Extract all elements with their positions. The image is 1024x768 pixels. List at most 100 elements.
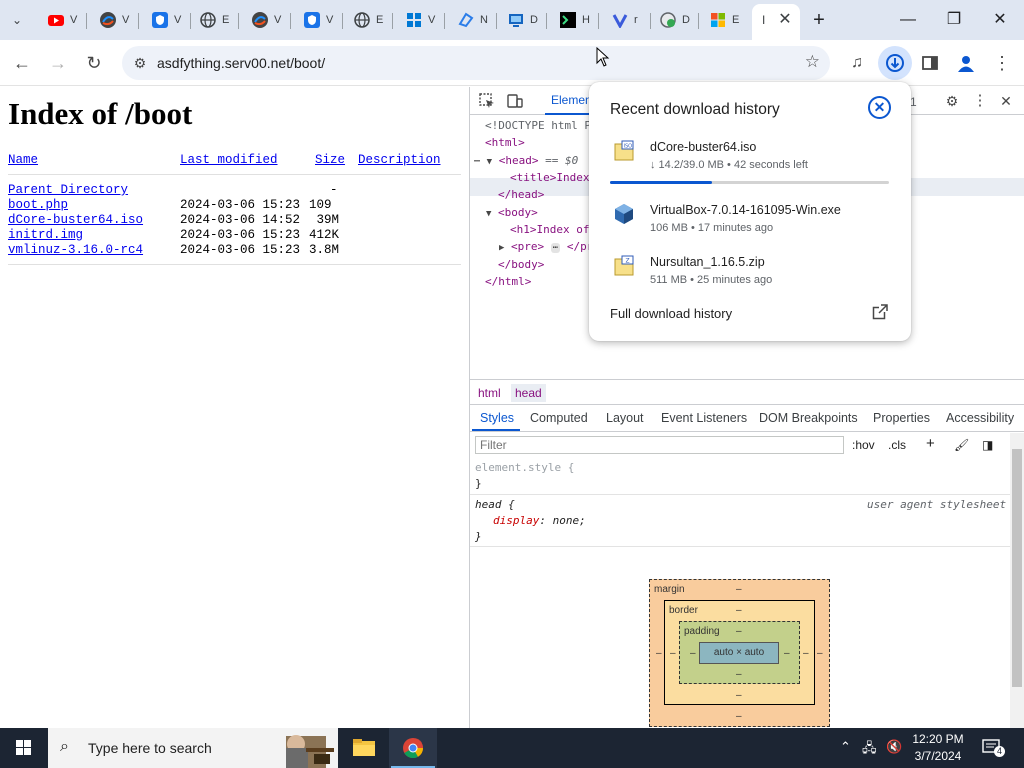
network-icon[interactable]: 🖧 [862, 739, 877, 761]
tab-11[interactable]: H [552, 8, 592, 32]
file-link[interactable]: initrd.img [8, 228, 83, 242]
padding-top-value[interactable]: – [736, 626, 742, 637]
cls-toggle[interactable]: .cls [888, 438, 906, 452]
close-devtools-icon[interactable]: ✕ [997, 92, 1015, 110]
side-panel-icon[interactable] [918, 51, 942, 75]
scrollbar-thumb[interactable] [1012, 449, 1022, 687]
margin-left-value[interactable]: – [656, 648, 662, 659]
column-modified-link[interactable]: Last modified [180, 153, 278, 167]
tab-styles[interactable]: Styles [480, 411, 514, 425]
tab-elements[interactable]: Elemen [545, 93, 600, 115]
expand-triangle-icon[interactable]: ▼ [486, 209, 491, 219]
window-close-button[interactable]: ✕ [982, 6, 1018, 34]
url-text[interactable]: asdfything.serv00.net/boot/ [157, 55, 325, 71]
toggle-sidebar-icon[interactable]: ◨ [982, 438, 993, 452]
tab-active[interactable]: I ✕ [752, 4, 800, 40]
border-bottom-value[interactable]: – [736, 690, 742, 701]
tab-9[interactable]: N [450, 8, 490, 32]
hov-toggle[interactable]: :hov [852, 438, 875, 452]
expand-triangle-icon[interactable]: ▼ [487, 157, 492, 167]
downloads-button[interactable] [878, 46, 912, 80]
more-options-icon[interactable]: ⋮ [971, 92, 989, 110]
border-top-value[interactable]: – [736, 605, 742, 616]
tab-properties[interactable]: Properties [873, 411, 930, 425]
tab-computed[interactable]: Computed [530, 411, 588, 425]
start-button[interactable] [0, 728, 48, 768]
styles-filter-input[interactable] [475, 436, 844, 454]
minimize-button[interactable]: — [890, 6, 926, 34]
rule-element-style[interactable]: element.style { [475, 461, 574, 474]
tab-search-button[interactable]: ⌄ [4, 8, 22, 32]
dom-node-h1[interactable]: <h1>Index of [510, 221, 589, 238]
padding-right-value[interactable]: – [784, 648, 790, 659]
tab-14[interactable]: E [702, 8, 742, 32]
tab-accessibility[interactable]: Accessibility [946, 411, 1014, 425]
tab-1[interactable]: V [40, 8, 80, 32]
column-description-link[interactable]: Description [358, 153, 441, 167]
tab-event-listeners[interactable]: Event Listeners [661, 411, 747, 425]
box-model-content[interactable]: auto × auto [699, 642, 779, 664]
margin-bottom-value[interactable]: – [736, 711, 742, 722]
inspect-element-icon[interactable] [478, 92, 496, 110]
tab-dom-breakpoints[interactable]: DOM Breakpoints [759, 411, 858, 425]
tab-layout[interactable]: Layout [606, 411, 644, 425]
reload-icon[interactable]: ↻ [80, 49, 108, 77]
volume-muted-icon[interactable]: 🔇 [886, 739, 902, 755]
column-size-link[interactable]: Size [315, 153, 345, 167]
close-tab-icon[interactable]: ✕ [776, 11, 794, 29]
paint-brush-icon[interactable]: 🖌 [954, 438, 969, 452]
tab-10[interactable]: D [500, 8, 540, 32]
ellipsis-icon[interactable]: ⋯ [550, 243, 561, 253]
file-link[interactable]: vmlinuz-3.16.0-rc4 [8, 243, 143, 257]
device-toolbar-icon[interactable] [506, 92, 524, 110]
site-info-icon[interactable]: ⚙ [130, 53, 150, 73]
taskbar-clock[interactable]: 12:20 PM 3/7/2024 [906, 731, 970, 765]
dom-node-head[interactable]: ⋯ ▼ <head> == $0 [474, 152, 578, 169]
close-icon[interactable]: ✕ [868, 96, 891, 119]
tab-2[interactable]: V [92, 8, 132, 32]
taskbar-search[interactable]: ⌕ Type here to search [48, 728, 338, 768]
styles-scrollbar[interactable] [1010, 433, 1024, 728]
breadcrumb-html[interactable]: html [474, 384, 505, 402]
border-left-value[interactable]: – [670, 648, 676, 659]
settings-gear-icon[interactable]: ⚙ [943, 92, 961, 110]
dom-node-html-close[interactable]: </html> [485, 273, 531, 290]
tab-13[interactable]: D [652, 8, 692, 32]
border-right-value[interactable]: – [803, 648, 809, 659]
new-tab-button[interactable]: + [801, 6, 837, 34]
taskbar-chrome[interactable] [389, 728, 437, 768]
dom-node-body[interactable]: ▼ <body> [486, 204, 538, 221]
margin-top-value[interactable]: – [736, 584, 742, 595]
dom-node-head-close[interactable]: </head> [498, 186, 544, 203]
tab-6[interactable]: V [296, 8, 336, 32]
new-rule-icon[interactable]: + [926, 435, 935, 452]
tab-5[interactable]: V [244, 8, 284, 32]
breadcrumb-head[interactable]: head [511, 384, 546, 402]
show-hidden-icons-chevron-icon[interactable]: ⌃ [840, 739, 851, 755]
padding-left-value[interactable]: – [690, 648, 696, 659]
dom-node-title[interactable]: <title>Index [510, 169, 589, 186]
tab-3[interactable]: V [144, 8, 184, 32]
media-control-icon[interactable]: ♫ [845, 51, 869, 75]
dom-node-body-close[interactable]: </body> [498, 256, 544, 273]
collapse-triangle-icon[interactable]: ▶ [499, 243, 504, 253]
column-name-link[interactable]: Name [8, 153, 38, 167]
bookmark-star-icon[interactable]: ☆ [805, 52, 820, 72]
tab-7[interactable]: E [346, 8, 386, 32]
rule-declaration[interactable]: display: none; [493, 514, 586, 527]
tab-12[interactable]: r [604, 8, 644, 32]
file-link[interactable]: boot.php [8, 198, 68, 212]
forward-icon[interactable]: → [44, 49, 72, 77]
tab-4[interactable]: E [192, 8, 232, 32]
padding-bottom-value[interactable]: – [736, 669, 742, 680]
dom-node-html[interactable]: <html> [485, 134, 525, 151]
back-icon[interactable]: ← [8, 49, 36, 77]
maximize-button[interactable]: ❐ [936, 6, 972, 34]
dom-node-pre[interactable]: ▶ <pre> ⋯ </pre [499, 238, 600, 255]
download-item-name[interactable]: VirtualBox-7.0.14-161095-Win.exe [650, 203, 841, 217]
tab-8[interactable]: V [398, 8, 438, 32]
address-bar[interactable]: ⚙ asdfything.serv00.net/boot/ ☆ [122, 46, 830, 80]
download-item-name[interactable]: Nursultan_1.16.5.zip [650, 255, 765, 269]
dom-doctype[interactable]: <!DOCTYPE html P [485, 117, 591, 134]
download-item-name[interactable]: dCore-buster64.iso [650, 140, 756, 154]
